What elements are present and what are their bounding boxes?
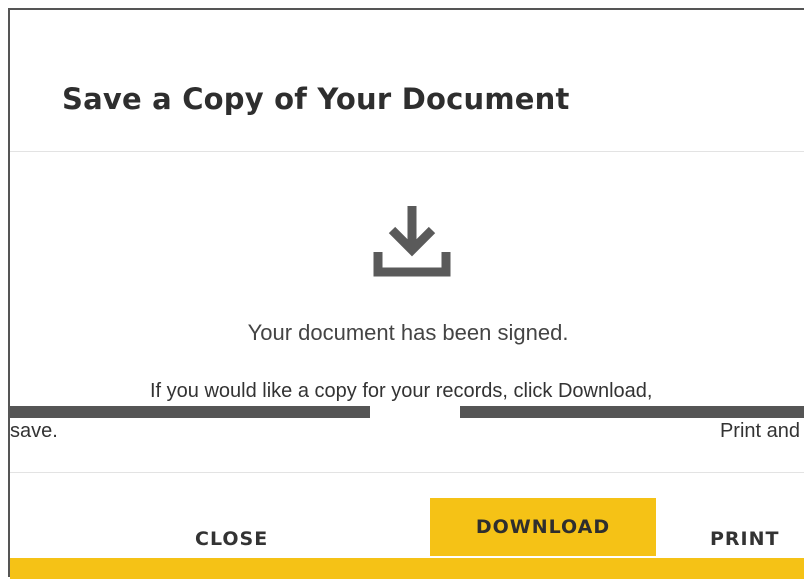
save-copy-dialog: Save a Copy of Your Document Your docume… [8, 8, 804, 579]
download-button[interactable]: DOWNLOAD [430, 498, 656, 556]
footer-divider [10, 472, 804, 473]
print-text: Print and [719, 420, 800, 442]
footer-accent-stripe [10, 558, 804, 579]
signed-message: Your document has been signed. [247, 320, 569, 345]
header-divider [10, 151, 804, 152]
dialog-title: Save a Copy of Your Document [62, 82, 570, 116]
download-instructions: If you would like a copy for your record… [150, 380, 653, 402]
divider-bar-right [460, 406, 804, 418]
download-icon [373, 206, 451, 277]
divider-bar-left [10, 406, 370, 418]
save-text: save. [10, 420, 58, 442]
close-button[interactable]: CLOSE [195, 528, 268, 550]
print-button[interactable]: PRINT [710, 528, 780, 550]
